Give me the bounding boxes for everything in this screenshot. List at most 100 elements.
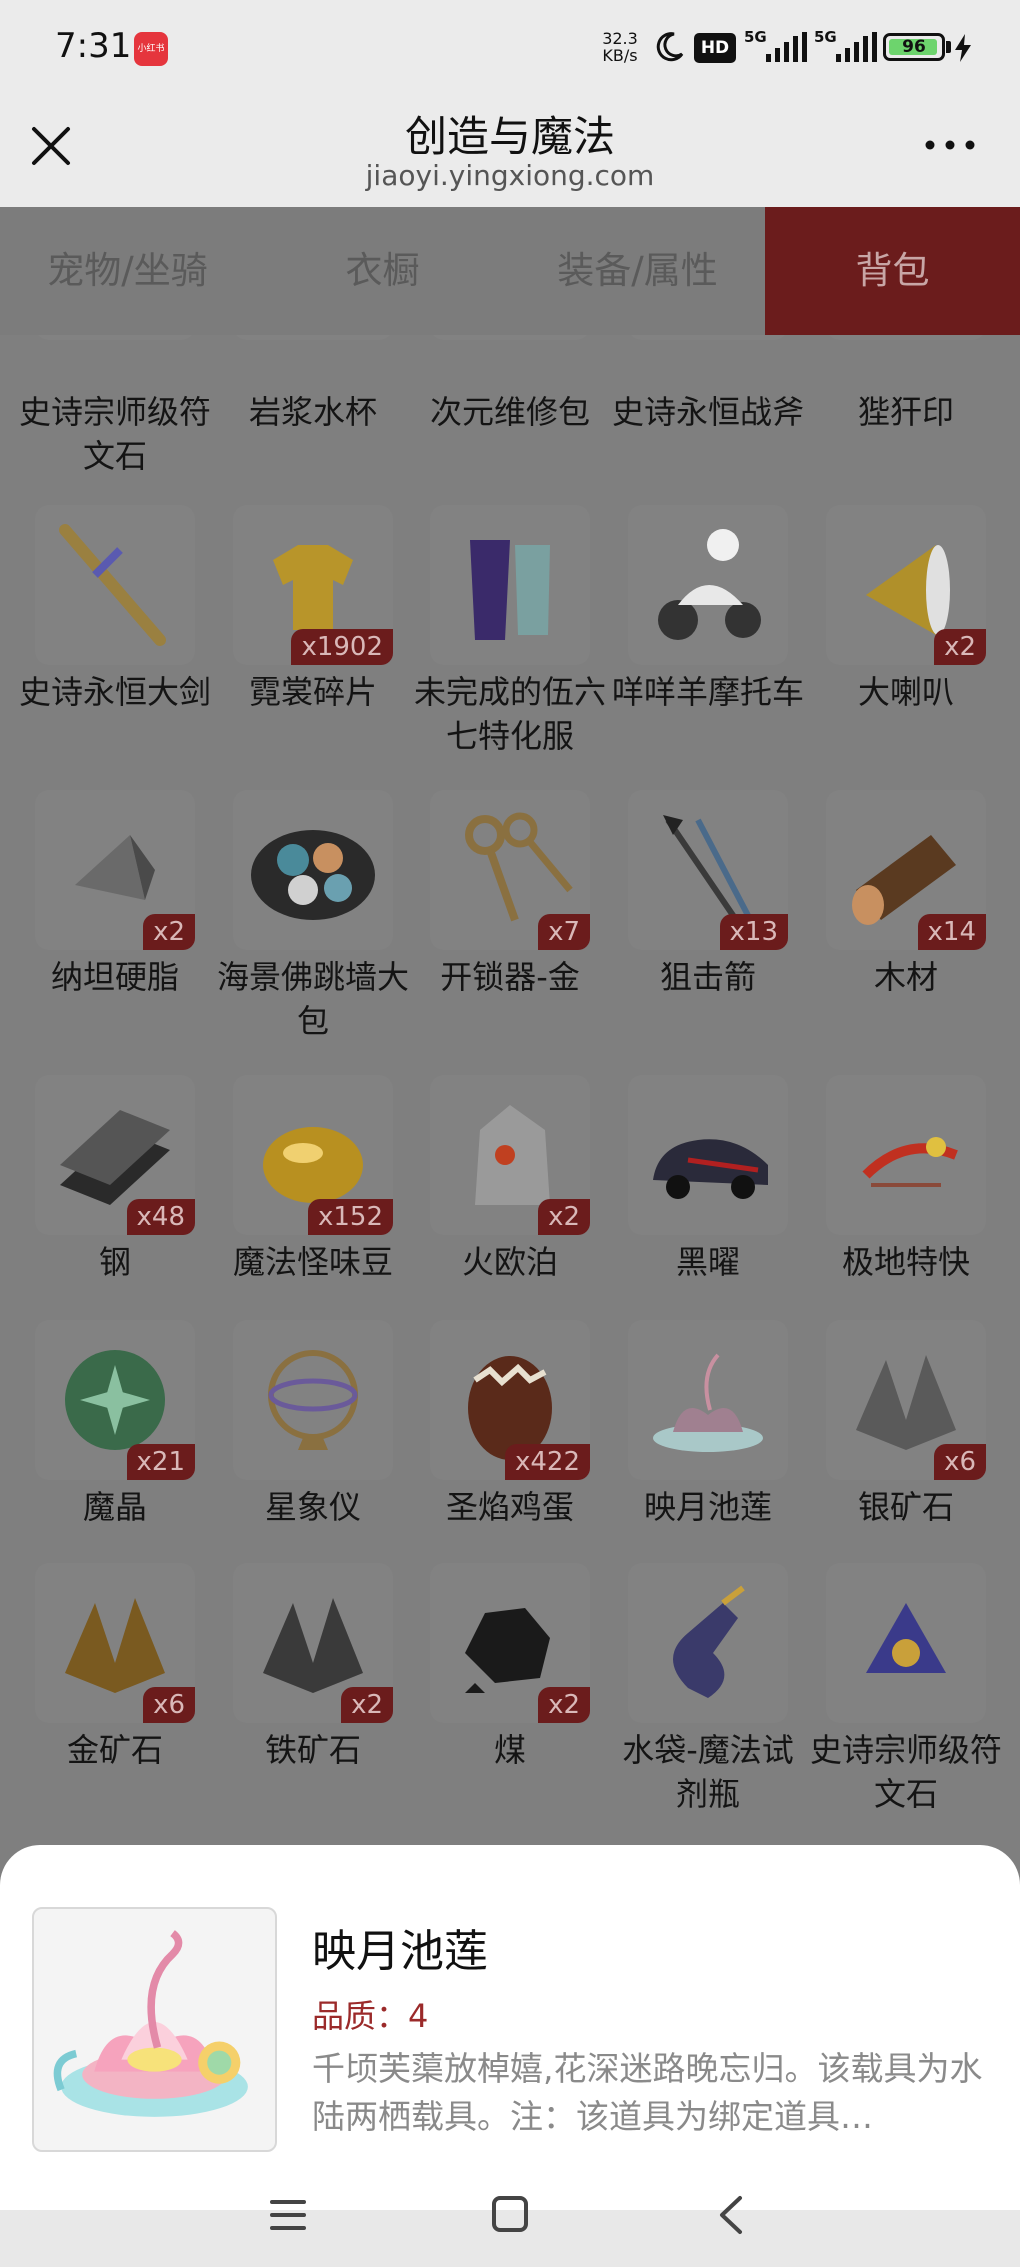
item-name: 狙击箭	[659, 958, 756, 996]
item-thumbnail[interactable]: x6	[35, 1563, 195, 1723]
item-thumbnail[interactable]	[826, 1563, 986, 1723]
lotus-icon	[53, 1930, 248, 2117]
network-speed-unit: KB/s	[602, 46, 638, 65]
item-count-badge: x1902	[291, 629, 393, 665]
page-title: 创造与魔法	[404, 112, 615, 161]
item-name: 魔法怪味豆	[232, 1243, 393, 1281]
tab-wardrobe[interactable]: 衣橱	[255, 207, 510, 335]
detail-item-image	[32, 1907, 277, 2152]
item-name: 圣焰鸡蛋	[445, 1488, 574, 1526]
item-thumbnail[interactable]	[430, 505, 590, 665]
item-name: 纳坦硬脂	[50, 958, 179, 996]
item-thumbnail[interactable]: x13	[628, 790, 788, 950]
item-count-badge: x7	[538, 914, 590, 950]
item-name: 未完成的伍六七特化服	[413, 673, 606, 755]
hd-voice-icon: HD	[694, 33, 736, 63]
back-icon[interactable]	[702, 2190, 762, 2240]
item-thumbnail[interactable]: x1902	[233, 505, 393, 665]
astrolabe-icon	[268, 1350, 358, 1450]
system-nav-bar	[0, 2158, 1020, 2267]
item-name: 咩咩羊摩托车	[611, 673, 804, 711]
item-name: 极地特快	[841, 1243, 970, 1281]
item-thumbnail[interactable]: x48	[35, 1075, 195, 1235]
item-thumbnail[interactable]	[233, 790, 393, 950]
lotus-icon	[653, 1353, 763, 1452]
item-name: 大喇叭	[857, 673, 954, 711]
detail-item-title: 映月池莲	[312, 1926, 488, 1977]
item-thumbnail[interactable]	[35, 335, 195, 340]
item-name: 霓裳碎片	[248, 673, 377, 711]
item-name: 星象仪	[264, 1488, 361, 1526]
item-thumbnail[interactable]	[233, 1320, 393, 1480]
tab-pets-mounts[interactable]: 宠物/坐骑	[0, 207, 255, 335]
item-count-badge: x2	[934, 629, 986, 665]
item-count-badge: x422	[504, 1444, 590, 1480]
item-name: 海景佛跳墙大包	[216, 958, 409, 1040]
item-thumbnail[interactable]: x14	[826, 790, 986, 950]
rune-stone-icon	[866, 1603, 946, 1673]
detail-item-description: 千顷芙蕖放棹嬉,花深迷路晚忘归。该载具为水陆两栖载具。注：该道具为绑定道具…	[312, 2049, 983, 2136]
item-thumbnail[interactable]	[35, 505, 195, 665]
item-count-badge: x6	[934, 1444, 986, 1480]
item-name: 史诗永恒战斧	[611, 393, 804, 431]
item-thumbnail[interactable]: x422	[430, 1320, 590, 1480]
item-thumbnail[interactable]	[430, 335, 590, 340]
xiaohongshu-icon: 小红书	[134, 32, 168, 66]
item-count-badge: x14	[917, 914, 986, 950]
item-name: 狴犴印	[857, 393, 954, 431]
category-tabs: 宠物/坐骑 衣橱 装备/属性 背包	[0, 207, 1020, 335]
item-name: 银矿石	[857, 1488, 954, 1526]
item-name: 煤	[493, 1731, 526, 1769]
status-bar: 7:31 小红书 32.3 KB/s HD 5G 5G 96	[0, 0, 1020, 95]
repair-kit-icon	[430, 335, 590, 340]
motorbike-icon	[658, 529, 761, 640]
item-thumbnail[interactable]: x7	[430, 790, 590, 950]
costume-icon	[470, 540, 550, 640]
item-thumbnail[interactable]: x6	[826, 1320, 986, 1480]
network-speed-value: 32.3	[602, 29, 638, 48]
charging-icon	[955, 34, 971, 62]
page-url: jiaoyi.yingxiong.com	[365, 159, 655, 192]
home-icon[interactable]	[480, 2190, 540, 2240]
item-count-badge: x152	[307, 1199, 393, 1235]
item-count-badge: x21	[126, 1444, 195, 1480]
signal-icon-2: 5G	[814, 28, 878, 64]
item-name: 钢	[98, 1243, 131, 1281]
tab-equipment[interactable]: 装备/属性	[510, 207, 765, 335]
tab-backpack[interactable]: 背包	[765, 207, 1020, 335]
item-thumbnail[interactable]	[826, 335, 986, 340]
status-time: 7:31	[55, 26, 132, 66]
item-thumbnail[interactable]: x152	[233, 1075, 393, 1235]
detail-item-quality: 品质：4	[312, 1991, 428, 2037]
item-thumbnail[interactable]: x2	[826, 505, 986, 665]
item-thumbnail[interactable]	[628, 335, 788, 340]
item-thumbnail[interactable]: x21	[35, 1320, 195, 1480]
item-thumbnail[interactable]	[628, 1320, 788, 1480]
item-name: 金矿石	[66, 1731, 163, 1769]
item-thumbnail[interactable]: x2	[430, 1563, 590, 1723]
signal-icon: 5G	[744, 28, 808, 64]
quality-label: 品质：	[312, 1997, 409, 2035]
more-icon[interactable]	[920, 125, 980, 165]
moon-icon	[656, 32, 684, 62]
item-thumbnail[interactable]	[826, 1075, 986, 1235]
greatsword-icon	[59, 524, 166, 646]
item-count-badge: x13	[719, 914, 788, 950]
item-count-badge: x48	[126, 1199, 195, 1235]
item-count-badge: x2	[538, 1687, 590, 1723]
item-name: 岩浆水杯	[248, 393, 377, 431]
network-speed: 32.3 KB/s	[596, 30, 644, 64]
item-thumbnail[interactable]: x2	[430, 1075, 590, 1235]
item-name: 黑曜	[675, 1243, 740, 1281]
item-thumbnail[interactable]	[628, 1075, 788, 1235]
sleigh-icon	[862, 1137, 958, 1187]
rune-stone-icon	[35, 335, 195, 340]
item-thumbnail[interactable]: x2	[35, 790, 195, 950]
item-thumbnail[interactable]	[628, 505, 788, 665]
item-thumbnail[interactable]	[233, 335, 393, 340]
item-count-badge: x2	[538, 1199, 590, 1235]
item-thumbnail[interactable]	[628, 1563, 788, 1723]
menu-icon[interactable]	[258, 2190, 318, 2240]
item-thumbnail[interactable]: x2	[233, 1563, 393, 1723]
seal-icon	[826, 335, 986, 340]
